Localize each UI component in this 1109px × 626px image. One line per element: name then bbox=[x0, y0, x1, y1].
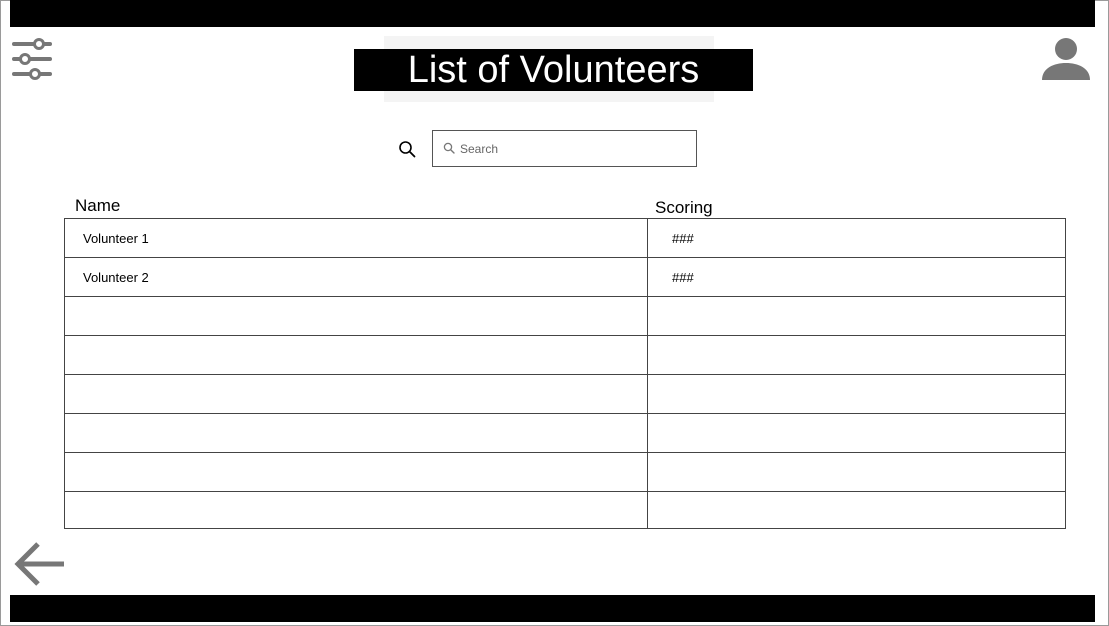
page-title: List of Volunteers bbox=[354, 49, 753, 91]
name-cell bbox=[83, 297, 643, 335]
search-input[interactable] bbox=[460, 140, 680, 158]
score-cell bbox=[672, 414, 1052, 452]
score-cell bbox=[672, 492, 1052, 528]
name-cell bbox=[83, 414, 643, 452]
name-cell bbox=[83, 492, 643, 528]
column-header-scoring: Scoring bbox=[655, 198, 713, 217]
table-row[interactable] bbox=[65, 297, 1065, 336]
volunteer-table: Volunteer 1 ### Volunteer 2 ### bbox=[64, 218, 1066, 529]
table-row[interactable] bbox=[65, 492, 1065, 528]
name-cell bbox=[83, 336, 643, 374]
bottom-bar bbox=[10, 595, 1095, 622]
search-icon[interactable] bbox=[398, 140, 416, 158]
score-cell bbox=[672, 453, 1052, 491]
table-row[interactable]: Volunteer 2 ### bbox=[65, 258, 1065, 297]
table-row[interactable]: Volunteer 1 ### bbox=[65, 219, 1065, 258]
name-cell: Volunteer 2 bbox=[83, 269, 149, 285]
column-header-name: Name bbox=[75, 196, 121, 215]
search-field[interactable] bbox=[432, 130, 697, 167]
user-icon[interactable] bbox=[1040, 36, 1092, 82]
table-row[interactable] bbox=[65, 453, 1065, 492]
name-cell: Volunteer 1 bbox=[83, 230, 149, 246]
table-row[interactable] bbox=[65, 414, 1065, 453]
name-cell bbox=[83, 375, 643, 413]
score-cell bbox=[672, 375, 1052, 413]
top-bar bbox=[10, 0, 1095, 27]
search-icon bbox=[443, 142, 455, 154]
sliders-icon[interactable] bbox=[11, 36, 53, 82]
arrow-left-icon[interactable] bbox=[14, 540, 66, 588]
score-cell: ### bbox=[672, 230, 694, 246]
score-cell bbox=[672, 336, 1052, 374]
table-row[interactable] bbox=[65, 375, 1065, 414]
score-cell: ### bbox=[672, 269, 694, 285]
score-cell bbox=[672, 297, 1052, 335]
table-row[interactable] bbox=[65, 336, 1065, 375]
name-cell bbox=[83, 453, 643, 491]
